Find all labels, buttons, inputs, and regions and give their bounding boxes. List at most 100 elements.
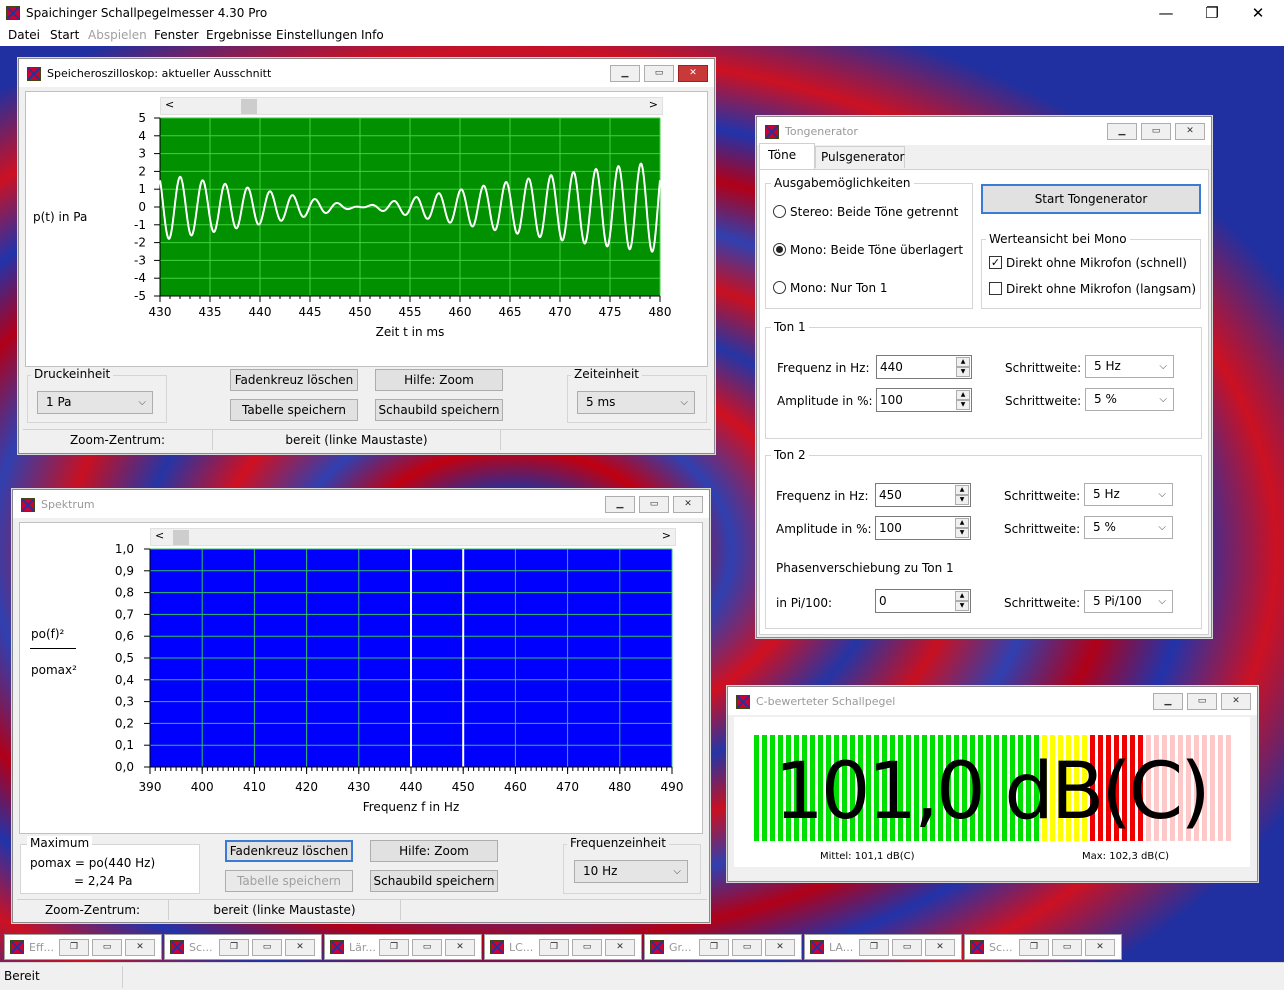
- hilfe-zoom-button[interactable]: Hilfe: Zoom: [370, 840, 498, 862]
- frequency-scrollbar[interactable]: < >: [150, 528, 676, 546]
- minimized-window[interactable]: LA... ❐ ▭ ✕: [804, 934, 962, 960]
- spin-up-icon[interactable]: ▲: [956, 357, 970, 367]
- druckeinheit-select[interactable]: 1 Pa ⌵: [37, 391, 153, 414]
- radio-stereo[interactable]: [773, 205, 786, 218]
- menu-fenster[interactable]: Fenster: [154, 28, 199, 42]
- maximize-button[interactable]: ❐: [1190, 2, 1234, 24]
- phase-input[interactable]: 0 ▲ ▼: [875, 589, 971, 613]
- spin-up-icon[interactable]: ▲: [955, 591, 969, 601]
- scroll-left-icon[interactable]: <: [165, 98, 174, 111]
- restore-icon[interactable]: ❐: [379, 939, 409, 956]
- close-icon[interactable]: ✕: [925, 939, 955, 956]
- fadenkreuz-loeschen-button[interactable]: Fadenkreuz löschen: [225, 840, 353, 862]
- scroll-thumb[interactable]: [173, 530, 189, 545]
- close-icon[interactable]: ✕: [1085, 939, 1115, 956]
- window-icon: [170, 940, 184, 954]
- close-icon[interactable]: ✕: [285, 939, 315, 956]
- ton1-freq-input[interactable]: 440 ▲ ▼: [876, 355, 972, 379]
- spin-down-icon[interactable]: ▼: [956, 367, 970, 377]
- ton1-amp-input[interactable]: 100 ▲ ▼: [876, 388, 972, 412]
- restore-icon[interactable]: ❐: [59, 939, 89, 956]
- maximize-icon[interactable]: ▭: [1052, 939, 1082, 956]
- ton1-step-f-select[interactable]: 5 Hz ⌵: [1085, 355, 1174, 378]
- scroll-right-icon[interactable]: >: [649, 98, 658, 111]
- spin-up-icon[interactable]: ▲: [955, 518, 969, 528]
- minimized-window[interactable]: Sc... ❐ ▭ ✕: [964, 934, 1122, 960]
- tabelle-speichern-button[interactable]: Tabelle speichern: [225, 870, 353, 892]
- menu-start[interactable]: Start: [50, 28, 79, 42]
- close-icon[interactable]: ✕: [1221, 693, 1251, 710]
- minimize-icon[interactable]: ▁: [1153, 693, 1183, 710]
- close-icon[interactable]: ✕: [1175, 123, 1205, 140]
- minimize-icon[interactable]: ▁: [605, 496, 635, 513]
- maximize-icon[interactable]: ▭: [92, 939, 122, 956]
- close-icon[interactable]: ✕: [678, 65, 708, 82]
- maximize-icon[interactable]: ▭: [252, 939, 282, 956]
- spin-up-icon[interactable]: ▲: [955, 485, 969, 495]
- radio-mono-one[interactable]: [773, 281, 786, 294]
- minimized-window[interactable]: Eff... ❐ ▭ ✕: [4, 934, 162, 960]
- ton1-freq-value: 440: [880, 360, 903, 374]
- maximize-icon[interactable]: ▭: [572, 939, 602, 956]
- minimize-icon[interactable]: ▁: [610, 65, 640, 82]
- minimize-button[interactable]: —: [1144, 2, 1188, 24]
- close-icon[interactable]: ✕: [445, 939, 475, 956]
- restore-icon[interactable]: ▭: [639, 496, 669, 513]
- ton2-amp-input[interactable]: 100 ▲ ▼: [875, 516, 971, 540]
- menu-info[interactable]: Info: [361, 28, 384, 42]
- maximize-icon[interactable]: ▭: [732, 939, 762, 956]
- checkbox-direkt-schnell[interactable]: ✓: [989, 256, 1002, 269]
- fadenkreuz-loeschen-button[interactable]: Fadenkreuz löschen: [230, 369, 358, 391]
- y-tick-label: 0,1: [115, 738, 134, 752]
- menu-abspielen[interactable]: Abspielen: [88, 28, 147, 42]
- restore-icon[interactable]: ❐: [699, 939, 729, 956]
- restore-icon[interactable]: ▭: [1187, 693, 1217, 710]
- close-icon[interactable]: ✕: [125, 939, 155, 956]
- restore-icon[interactable]: ❐: [539, 939, 569, 956]
- menu-datei[interactable]: Datei: [8, 28, 40, 42]
- maximize-icon[interactable]: ▭: [892, 939, 922, 956]
- schaubild-speichern-button[interactable]: Schaubild speichern: [375, 399, 503, 421]
- spin-down-icon[interactable]: ▼: [955, 495, 969, 505]
- start-tongenerator-button[interactable]: Start Tongenerator: [981, 184, 1201, 214]
- close-icon[interactable]: ✕: [673, 496, 703, 513]
- restore-icon[interactable]: ❐: [1019, 939, 1049, 956]
- restore-icon[interactable]: ❐: [219, 939, 249, 956]
- tab-toene[interactable]: Töne: [759, 143, 815, 170]
- ton2-step-f-select[interactable]: 5 Hz ⌵: [1084, 483, 1173, 506]
- minimized-window[interactable]: LC... ❐ ▭ ✕: [484, 934, 642, 960]
- minimized-window[interactable]: Gr... ❐ ▭ ✕: [644, 934, 802, 960]
- menu-einstellungen[interactable]: Einstellungen: [276, 28, 357, 42]
- schaubild-speichern-button[interactable]: Schaubild speichern: [370, 870, 498, 892]
- close-button[interactable]: ✕: [1236, 2, 1280, 24]
- ton1-step-a-select[interactable]: 5 % ⌵: [1085, 388, 1174, 411]
- minimized-window[interactable]: Sc... ❐ ▭ ✕: [164, 934, 322, 960]
- zeiteinheit-select[interactable]: 5 ms ⌵: [577, 391, 695, 414]
- ton2-step-a-select[interactable]: 5 % ⌵: [1084, 516, 1173, 539]
- tab-pulsgenerator[interactable]: Pulsgenerator: [815, 146, 905, 168]
- maximize-icon[interactable]: ▭: [412, 939, 442, 956]
- close-icon[interactable]: ✕: [765, 939, 795, 956]
- restore-icon[interactable]: ▭: [644, 65, 674, 82]
- restore-icon[interactable]: ▭: [1141, 123, 1171, 140]
- ton2-freq-input[interactable]: 450 ▲ ▼: [875, 483, 971, 507]
- spin-down-icon[interactable]: ▼: [955, 601, 969, 611]
- tabelle-speichern-button[interactable]: Tabelle speichern: [230, 399, 358, 421]
- radio-mono-both[interactable]: [773, 243, 786, 256]
- restore-icon[interactable]: ❐: [859, 939, 889, 956]
- hilfe-zoom-button[interactable]: Hilfe: Zoom: [375, 369, 503, 391]
- phase-step-select[interactable]: 5 Pi/100 ⌵: [1084, 590, 1173, 613]
- scroll-thumb[interactable]: [241, 99, 257, 114]
- scroll-right-icon[interactable]: >: [662, 529, 671, 542]
- frequenzeinheit-select[interactable]: 10 Hz ⌵: [574, 860, 688, 883]
- scroll-left-icon[interactable]: <: [155, 529, 164, 542]
- spin-down-icon[interactable]: ▼: [955, 528, 969, 538]
- checkbox-direkt-langsam[interactable]: [989, 282, 1002, 295]
- spin-up-icon[interactable]: ▲: [956, 390, 970, 400]
- minimize-icon[interactable]: ▁: [1107, 123, 1137, 140]
- time-scrollbar[interactable]: < >: [160, 97, 663, 115]
- close-icon[interactable]: ✕: [605, 939, 635, 956]
- minimized-window[interactable]: Lär... ❐ ▭ ✕: [324, 934, 482, 960]
- spin-down-icon[interactable]: ▼: [956, 400, 970, 410]
- menu-ergebnisse[interactable]: Ergebnisse: [206, 28, 272, 42]
